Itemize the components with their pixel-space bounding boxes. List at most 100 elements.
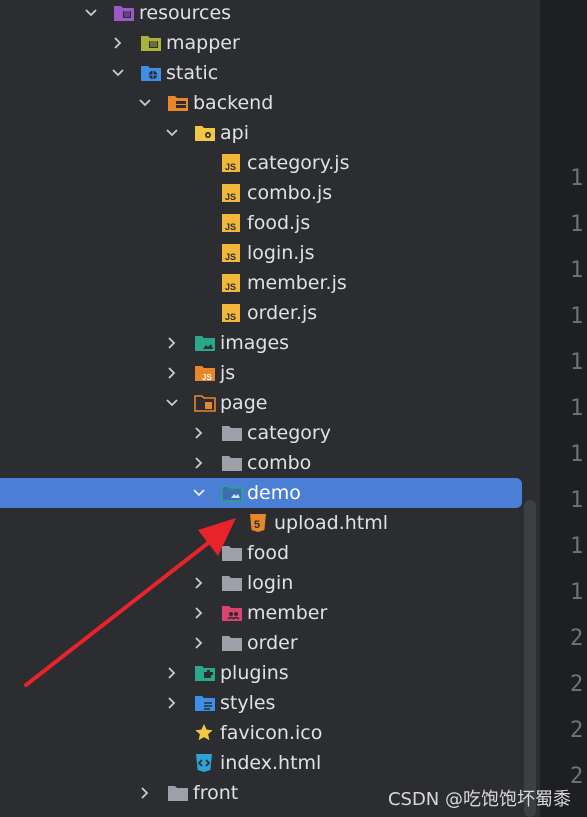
tree-row-js[interactable]: JS js	[0, 358, 522, 388]
chevron-right-icon[interactable]	[192, 606, 206, 620]
tree-label: combo	[247, 452, 312, 474]
plugins-folder-icon	[194, 663, 216, 683]
chevron-down-icon[interactable]	[165, 396, 179, 410]
tree-row-login-js[interactable]: JS login.js	[0, 238, 522, 268]
chevron-right-icon[interactable]	[192, 576, 206, 590]
tree-row-food-js[interactable]: JS food.js	[0, 208, 522, 238]
folder-icon	[221, 633, 243, 653]
chevron-down-icon[interactable]	[165, 126, 179, 140]
tree-row-mapper[interactable]: mapper	[0, 28, 522, 58]
svg-text:JS: JS	[202, 373, 212, 382]
svg-text:JS: JS	[225, 222, 236, 232]
tree-label: styles	[220, 692, 276, 714]
tree-label: api	[220, 122, 249, 144]
chevron-right-icon[interactable]	[138, 786, 152, 800]
tree-row-resources[interactable]: resources	[0, 0, 522, 28]
tree-label: order.js	[247, 302, 318, 324]
chevron-down-icon[interactable]	[84, 6, 98, 20]
line-number: 1	[570, 166, 584, 191]
folder-icon	[167, 783, 189, 803]
tree-row-member[interactable]: member	[0, 598, 522, 628]
tree-label: static	[166, 62, 219, 84]
line-number: 1	[570, 212, 584, 237]
folder-icon	[221, 573, 243, 593]
tree-label: member.js	[247, 272, 347, 294]
tree-row-upload-html[interactable]: 5 upload.html	[0, 508, 522, 538]
line-number: 1	[570, 304, 584, 329]
mapper-folder-icon	[140, 33, 162, 53]
tree-label: backend	[193, 92, 274, 114]
tree-label: food	[247, 542, 289, 564]
chevron-right-icon[interactable]	[165, 696, 179, 710]
line-number: 1	[570, 442, 584, 467]
line-number: 2	[570, 672, 584, 697]
js-folder-icon: JS	[194, 363, 216, 383]
member-folder-icon	[221, 603, 243, 623]
tree-row-favicon[interactable]: favicon.ico	[0, 718, 522, 748]
styles-folder-icon	[194, 693, 216, 713]
tree-row-page[interactable]: page	[0, 388, 522, 418]
tree-row-combo-js[interactable]: JS combo.js	[0, 178, 522, 208]
images-folder-icon	[194, 333, 216, 353]
tree-row-demo-selected[interactable]: demo	[0, 478, 522, 508]
chevron-right-icon[interactable]	[165, 336, 179, 350]
tree-row-food[interactable]: food	[0, 538, 522, 568]
tree-label: index.html	[220, 752, 322, 774]
tree-label: mapper	[166, 32, 240, 54]
chevron-right-icon[interactable]	[165, 366, 179, 380]
svg-text:JS: JS	[225, 282, 236, 292]
tree-label: plugins	[220, 662, 289, 684]
line-number: 2	[570, 718, 584, 743]
tree-label: demo	[247, 482, 301, 504]
tree-label: login.js	[247, 242, 315, 264]
tree-row-order-js[interactable]: JS order.js	[0, 298, 522, 328]
chevron-right-icon[interactable]	[192, 456, 206, 470]
tree-row-login[interactable]: login	[0, 568, 522, 598]
tree-row-member-js[interactable]: JS member.js	[0, 268, 522, 298]
svg-text:JS: JS	[225, 252, 236, 262]
folder-icon	[221, 453, 243, 473]
demo-folder-icon	[221, 483, 243, 503]
js-file-icon: JS	[221, 183, 243, 203]
line-number: 1	[570, 488, 584, 513]
resources-folder-icon	[113, 3, 135, 23]
tree-label: js	[220, 362, 236, 384]
tree-row-order[interactable]: order	[0, 628, 522, 658]
chevron-right-icon[interactable]	[111, 36, 125, 50]
tree-row-static[interactable]: static	[0, 58, 522, 88]
html5-file-icon: 5	[248, 513, 270, 533]
tree-row-backend[interactable]: backend	[0, 88, 522, 118]
chevron-right-icon[interactable]	[165, 666, 179, 680]
js-file-icon: JS	[221, 243, 243, 263]
tree-row-combo[interactable]: combo	[0, 448, 522, 478]
tree-row-api[interactable]: api	[0, 118, 522, 148]
tree-row-styles[interactable]: styles	[0, 688, 522, 718]
vertical-scrollbar[interactable]	[524, 500, 536, 817]
chevron-down-icon[interactable]	[192, 486, 206, 500]
star-icon	[194, 723, 216, 743]
folder-icon	[221, 423, 243, 443]
line-number: 1	[570, 396, 584, 421]
tree-row-plugins[interactable]: plugins	[0, 658, 522, 688]
html-file-icon	[194, 753, 216, 773]
line-number: 1	[570, 580, 584, 605]
line-number: 1	[570, 258, 584, 283]
line-number: 1	[570, 350, 584, 375]
svg-text:JS: JS	[225, 192, 236, 202]
js-file-icon: JS	[221, 213, 243, 233]
folder-icon	[221, 543, 243, 563]
tree-row-images[interactable]: images	[0, 328, 522, 358]
tree-row-category-js[interactable]: JS category.js	[0, 148, 522, 178]
chevron-right-icon[interactable]	[192, 426, 206, 440]
chevron-down-icon[interactable]	[111, 66, 125, 80]
tree-label: favicon.ico	[220, 722, 323, 744]
watermark-text: CSDN @吃饱饱坏蜀黍	[387, 789, 571, 810]
chevron-right-icon[interactable]	[192, 636, 206, 650]
js-file-icon: JS	[221, 303, 243, 323]
project-tree: resources mapper static backend api JS c…	[0, 0, 540, 817]
chevron-down-icon[interactable]	[138, 96, 152, 110]
tree-row-index-html[interactable]: index.html	[0, 748, 522, 778]
tree-label: resources	[139, 2, 232, 24]
tree-row-category[interactable]: category	[0, 418, 522, 448]
line-number: 2	[570, 626, 584, 651]
